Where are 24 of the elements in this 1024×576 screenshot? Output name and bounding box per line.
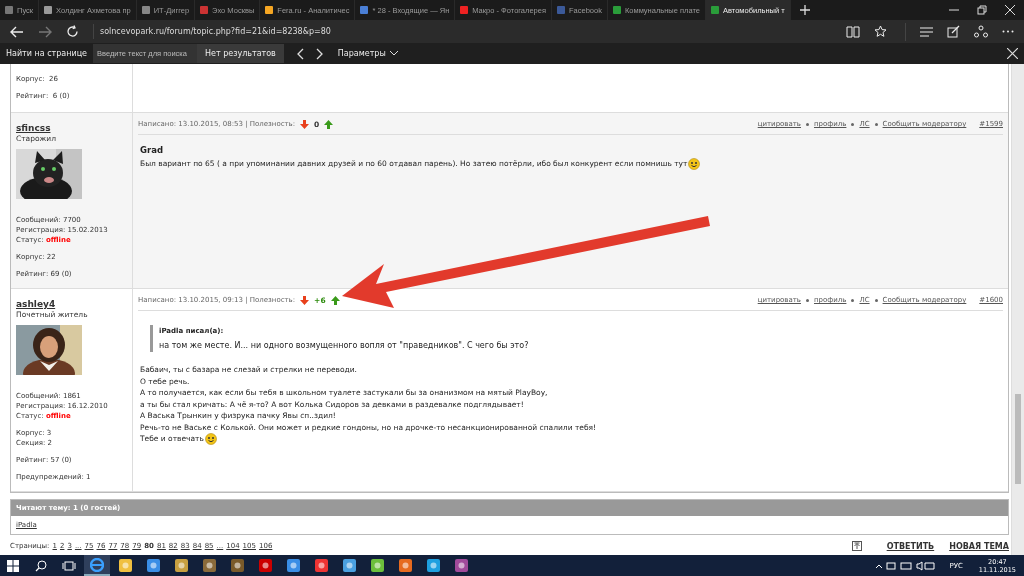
author-link[interactable]: sfincss [16,123,51,133]
browser-app-icon[interactable] [84,555,110,576]
bullet-icon [874,122,878,126]
bullet-icon [806,122,809,126]
find-result: Нет результатов [197,44,284,63]
bullet-icon [806,298,809,302]
caret-icon [389,51,398,56]
vote-down-icon[interactable] [300,119,310,129]
find-label: Найти на странице [5,49,89,58]
smiley-icon [688,158,701,170]
forum-action-link[interactable]: НОВАЯ ТЕМА [949,541,1009,551]
bullet-icon [851,122,855,126]
quote-text: на том же месте. И... ни одного возмущенного вопля от "праведников". С чего бы это? [159,341,530,350]
vote-down-icon[interactable] [300,295,310,305]
author-link[interactable]: ashley4 [16,299,56,309]
options-button[interactable]: Параметры [329,49,406,58]
forum-action-link[interactable]: ОТВЕТИТЬ [886,541,935,551]
vote-up-icon[interactable] [330,295,340,305]
smiley-icon [204,433,217,445]
bullet-icon [874,298,878,302]
scroll-top-icon[interactable] [851,541,862,551]
vote-up-icon[interactable] [324,119,334,129]
bullet-icon [851,298,855,302]
post-heading: Grad [140,145,164,155]
